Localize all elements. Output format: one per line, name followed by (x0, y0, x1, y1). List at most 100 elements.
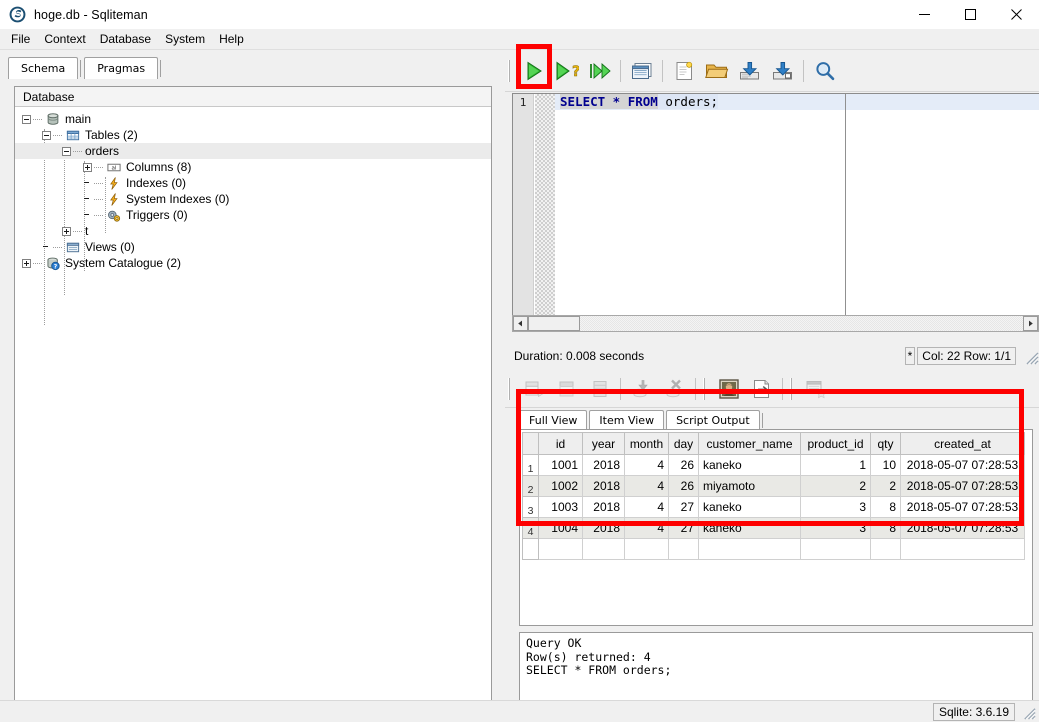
hscroll-track[interactable] (580, 316, 1023, 331)
cell-qty[interactable]: 8 (870, 496, 901, 518)
cell-qty[interactable]: 2 (870, 475, 901, 497)
tab-item-view[interactable]: Item View (589, 410, 665, 430)
delete-row-button[interactable] (550, 373, 583, 405)
tree-node-main[interactable]: main (15, 111, 491, 127)
column-header-id[interactable]: id (538, 432, 583, 455)
menu-context[interactable]: Context (37, 30, 92, 49)
cell-qty[interactable]: 10 (870, 454, 901, 476)
cell-product-id[interactable]: 1 (800, 454, 871, 476)
cell-day[interactable]: 26 (668, 475, 699, 497)
rollback-button[interactable] (658, 373, 691, 405)
close-button[interactable] (993, 0, 1039, 29)
minimize-button[interactable] (901, 0, 947, 29)
column-header-year[interactable]: year (582, 432, 625, 455)
sql-editor[interactable]: 1 SELECT * FROM orders; (512, 93, 1039, 315)
table-row[interactable]: 2 1002 2018 4 26 miyamoto 2 2 2018-05-07… (522, 475, 1025, 497)
cell-id[interactable]: 1002 (538, 475, 583, 497)
toolbar-drag-handle-3[interactable] (789, 376, 796, 402)
cell-qty[interactable]: 8 (870, 517, 901, 539)
cell-year[interactable]: 2018 (582, 475, 625, 497)
cell-month[interactable]: 4 (624, 475, 669, 497)
expander-minus-icon[interactable] (42, 130, 51, 140)
expander-plus-icon[interactable] (62, 226, 71, 236)
cell-created-at[interactable]: 2018-05-07 07:28:53 (900, 454, 1025, 476)
find-button[interactable] (808, 55, 841, 87)
expander-plus-icon[interactable] (83, 162, 92, 172)
hscroll-thumb[interactable] (528, 316, 580, 331)
tree-node-system-catalogue[interactable]: ? System Catalogue (2) (15, 255, 491, 271)
cell-customer-name[interactable]: miyamoto (698, 475, 801, 497)
cell-day[interactable]: 27 (668, 517, 699, 539)
menu-file[interactable]: File (4, 30, 37, 49)
cell-id[interactable]: 1004 (538, 517, 583, 539)
tree-node-system-indexes[interactable]: System Indexes (0) (15, 191, 491, 207)
commit-button[interactable] (625, 373, 658, 405)
pane-splitter[interactable] (498, 50, 504, 700)
menu-help[interactable]: Help (212, 30, 251, 49)
fold-margin[interactable] (535, 94, 555, 315)
window-resize-grip-icon[interactable] (1021, 705, 1036, 720)
tab-full-view[interactable]: Full View (519, 410, 588, 430)
tree-node-tables[interactable]: Tables (2) (15, 127, 491, 143)
cell-year[interactable]: 2018 (582, 496, 625, 518)
run-sql-button[interactable] (517, 55, 550, 87)
cell-product-id[interactable]: 3 (800, 517, 871, 539)
maximize-button[interactable] (947, 0, 993, 29)
editor-hscrollbar[interactable] (512, 315, 1039, 332)
run-next-statement-button[interactable] (583, 55, 616, 87)
results-table[interactable]: id year month day customer_name product_… (522, 432, 1025, 560)
column-header-customer-name[interactable]: customer_name (698, 432, 801, 455)
column-header-month[interactable]: month (624, 432, 669, 455)
open-sql-file-button[interactable] (700, 55, 733, 87)
cell-id[interactable]: 1001 (538, 454, 583, 476)
tree-node-triggers[interactable]: Triggers (0) (15, 207, 491, 223)
tree-node-columns[interactable]: al Columns (8) (15, 159, 491, 175)
table-row[interactable]: 3 1003 2018 4 27 kaneko 3 8 2018-05-07 0… (522, 496, 1025, 518)
resize-grip-icon[interactable] (1023, 349, 1039, 365)
row-header[interactable]: 1 (522, 454, 539, 476)
cell-month[interactable]: 4 (624, 517, 669, 539)
tree-node-indexes[interactable]: Indexes (0) (15, 175, 491, 191)
save-sql-file-as-button[interactable] (766, 55, 799, 87)
cell-product-id[interactable]: 2 (800, 475, 871, 497)
save-sql-file-button[interactable] (733, 55, 766, 87)
cell-created-at[interactable]: 2018-05-07 07:28:53 (900, 496, 1025, 518)
column-header-qty[interactable]: qty (870, 432, 901, 455)
tree-node-views[interactable]: Views (0) (15, 239, 491, 255)
code-area[interactable]: SELECT * FROM orders; (555, 94, 1039, 315)
tab-script-output[interactable]: Script Output (666, 410, 760, 430)
table-row[interactable]: 1 1001 2018 4 26 kaneko 1 10 2018-05-07 … (522, 454, 1025, 476)
explain-sql-button[interactable]: ? (550, 55, 583, 87)
results-grid-panel[interactable]: id year month day customer_name product_… (519, 429, 1033, 626)
corner-header[interactable] (522, 432, 539, 455)
cell-customer-name[interactable]: kaneko (698, 454, 801, 476)
export-data-button[interactable] (745, 373, 778, 405)
expander-minus-icon[interactable] (62, 146, 71, 156)
create-table-from-query-button[interactable] (799, 373, 832, 405)
create-view-button[interactable] (625, 55, 658, 87)
row-header[interactable]: 4 (522, 517, 539, 539)
new-sql-file-button[interactable] (667, 55, 700, 87)
scroll-left-icon[interactable] (513, 316, 528, 331)
column-header-product-id[interactable]: product_id (800, 432, 871, 455)
schema-tree[interactable]: main Tables (2) orders al Columns (8) In… (15, 107, 491, 722)
cell-created-at[interactable]: 2018-05-07 07:28:53 (900, 517, 1025, 539)
cell-year[interactable]: 2018 (582, 454, 625, 476)
cell-month[interactable]: 4 (624, 454, 669, 476)
insert-row-button[interactable] (517, 373, 550, 405)
row-header[interactable]: 3 (522, 496, 539, 518)
table-row[interactable]: 4 1004 2018 4 27 kaneko 3 8 2018-05-07 0… (522, 517, 1025, 539)
expander-plus-icon[interactable] (22, 258, 31, 268)
cell-id[interactable]: 1003 (538, 496, 583, 518)
results-toolbar-drag-handle[interactable] (507, 376, 514, 402)
toolbar-drag-handle[interactable] (507, 58, 514, 84)
tree-node-t[interactable]: t (15, 223, 491, 239)
toolbar-drag-handle-2[interactable] (702, 376, 709, 402)
cell-created-at[interactable]: 2018-05-07 07:28:53 (900, 475, 1025, 497)
column-header-created-at[interactable]: created_at (900, 432, 1025, 455)
cell-customer-name[interactable]: kaneko (698, 496, 801, 518)
column-header-day[interactable]: day (668, 432, 699, 455)
cell-month[interactable]: 4 (624, 496, 669, 518)
cell-day[interactable]: 27 (668, 496, 699, 518)
menu-database[interactable]: Database (93, 30, 158, 49)
